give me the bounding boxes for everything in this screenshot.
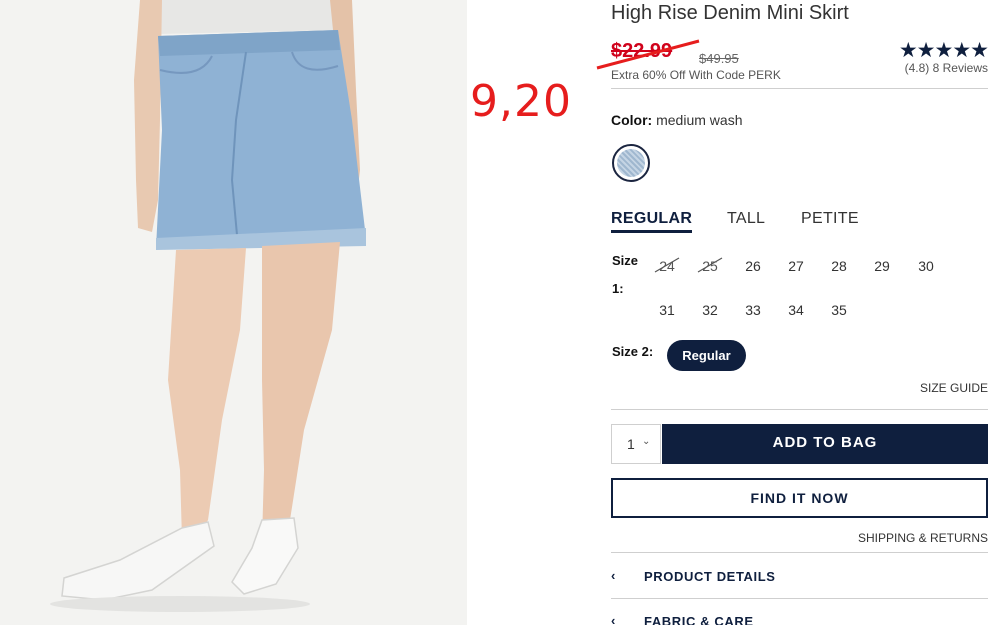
color-swatch-medium-wash[interactable] [612, 144, 650, 182]
swatch-fill [617, 149, 645, 177]
add-to-bag-button[interactable]: ADD TO BAG [662, 424, 988, 464]
original-price: $49.95 [699, 51, 739, 66]
size-option-25[interactable]: 25 [692, 257, 728, 274]
divider [611, 598, 988, 599]
quantity-value: 1 [627, 436, 635, 452]
size-guide-link[interactable]: SIZE GUIDE [920, 381, 988, 395]
unavailable-slash-icon [654, 257, 680, 273]
sale-price: $22.99 [611, 40, 673, 62]
star-rating-icon[interactable]: ★★★★★ [899, 38, 989, 63]
fit-tabs: REGULAR TALL PETITE [611, 210, 988, 236]
accordion-fabric-care[interactable]: FABRIC & CARE [644, 614, 754, 625]
product-image[interactable] [0, 0, 467, 625]
size-option-29[interactable]: 29 [864, 258, 900, 274]
color-value: medium wash [656, 112, 743, 128]
promo-text: Extra 60% Off With Code PERK [611, 68, 781, 82]
accordion-product-details[interactable]: PRODUCT DETAILS [644, 569, 776, 584]
size-option-26[interactable]: 26 [735, 258, 771, 274]
divider [611, 88, 988, 89]
size-option-35[interactable]: 35 [821, 302, 857, 318]
unavailable-slash-icon [697, 257, 723, 273]
size-option-34[interactable]: 34 [778, 302, 814, 318]
divider [611, 552, 988, 553]
size-option-32[interactable]: 32 [692, 302, 728, 318]
size2-label: Size 2: [612, 344, 654, 359]
color-label: Color: [611, 112, 653, 128]
divider [611, 409, 988, 410]
product-info-panel: High Rise Denim Mini Skirt $22.99 $49.95… [596, 0, 989, 625]
size-option-31[interactable]: 31 [649, 302, 685, 318]
chevron-left-icon: ‹ [611, 568, 616, 583]
reviews-link[interactable]: (4.8) 8 Reviews [905, 61, 988, 75]
chevron-down-icon: ⌄ [642, 436, 651, 447]
tab-petite[interactable]: PETITE [801, 210, 859, 228]
size1-label-suffix: 1: [612, 281, 624, 296]
size-option-27[interactable]: 27 [778, 258, 814, 274]
product-page: 9,20 High Rise Denim Mini Skirt $22.99 $… [0, 0, 999, 625]
size-option-28[interactable]: 28 [821, 258, 857, 274]
shipping-returns-link[interactable]: SHIPPING & RETURNS [858, 531, 988, 545]
size1-label: Size [612, 253, 639, 268]
size2-option-regular[interactable]: Regular [667, 340, 746, 371]
tab-tall[interactable]: TALL [727, 210, 765, 228]
size-option-24[interactable]: 24 [649, 257, 685, 274]
chevron-left-icon: ‹ [611, 613, 616, 625]
size-option-30[interactable]: 30 [908, 258, 944, 274]
tab-regular[interactable]: REGULAR [611, 210, 693, 233]
handwritten-annotation: 9,20 [470, 76, 572, 127]
model-illustration [0, 0, 467, 625]
color-row: Color: medium wash [611, 112, 742, 128]
quantity-select[interactable]: 1 ⌄ [611, 424, 661, 464]
product-title: High Rise Denim Mini Skirt [611, 2, 849, 24]
size-option-33[interactable]: 33 [735, 302, 771, 318]
find-it-now-button[interactable]: FIND IT NOW [611, 478, 988, 518]
